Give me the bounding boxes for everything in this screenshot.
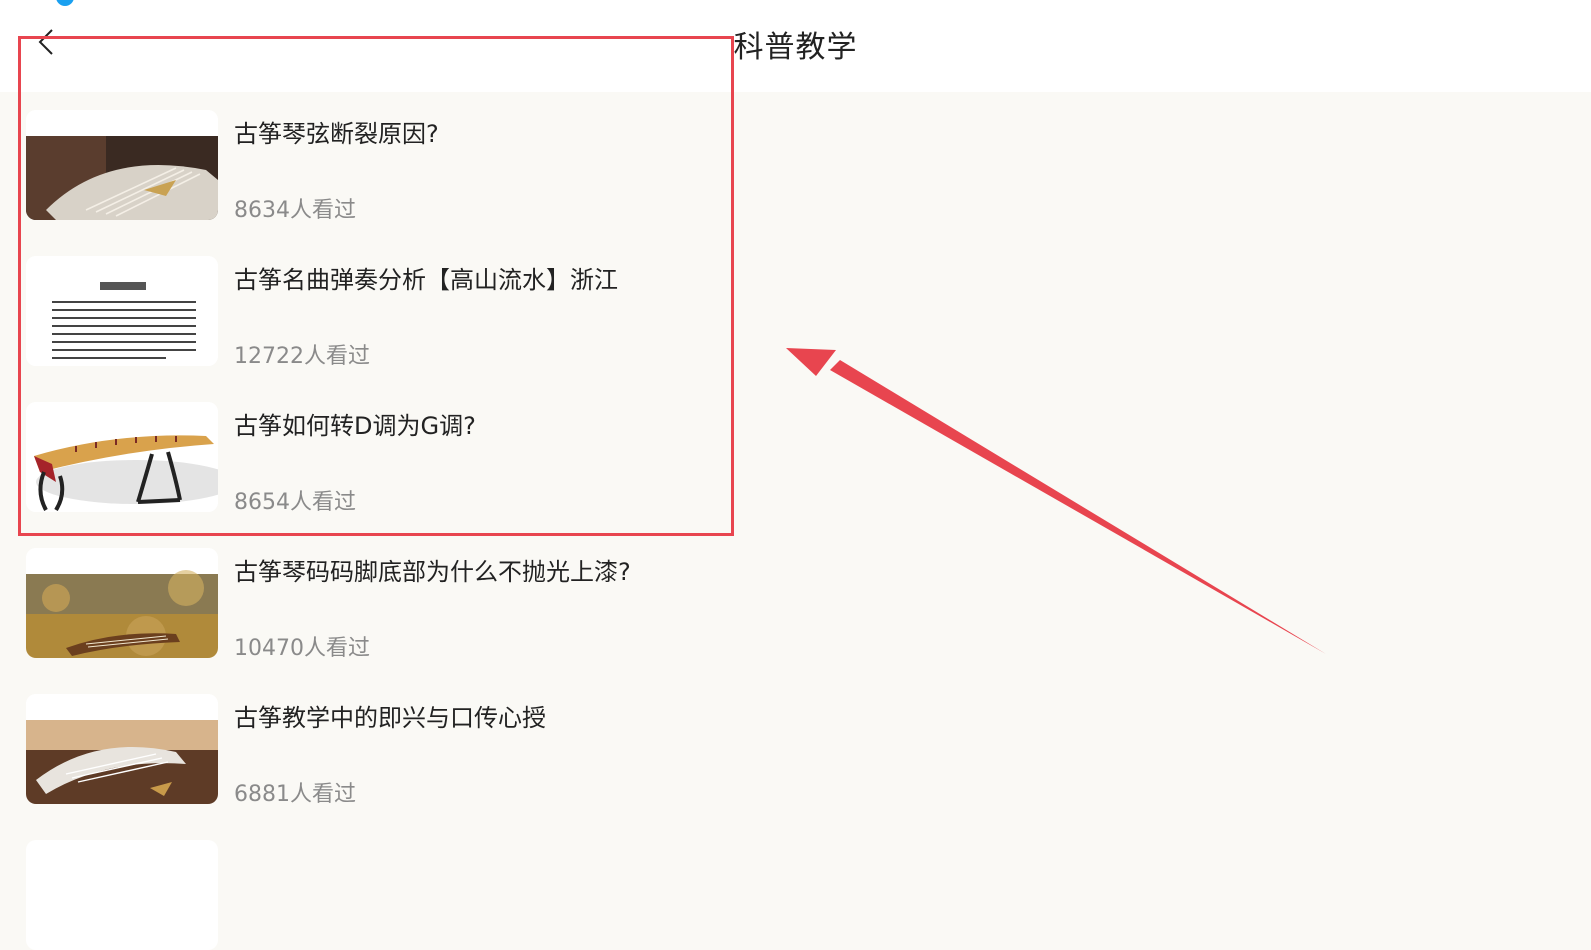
view-count: 6881人看过 xyxy=(234,782,356,807)
article-thumbnail xyxy=(26,840,218,950)
view-count: 10470人看过 xyxy=(234,636,370,661)
article-title: 古筝琴码码脚底部为什么不抛光上漆? xyxy=(234,558,631,586)
article-thumbnail xyxy=(26,548,218,658)
top-bar: 科普教学 xyxy=(0,0,1591,92)
article-title: 古筝教学中的即兴与口传心授 xyxy=(234,704,546,732)
list-item[interactable]: 古筝如何转D调为G调? 8654人看过 xyxy=(26,384,746,515)
view-count: 8654人看过 xyxy=(234,490,356,515)
article-title: 古筝琴弦断裂原因? xyxy=(234,120,439,148)
article-thumbnail xyxy=(26,256,218,366)
view-count: 12722人看过 xyxy=(234,344,370,369)
article-title: 古筝如何转D调为G调? xyxy=(234,412,476,440)
list-item[interactable]: 古筝名曲弹奏分析【高山流水】浙江 12722人看过 xyxy=(26,238,746,369)
list-item[interactable]: 古筝教学中的即兴与口传心授 6881人看过 xyxy=(26,676,746,807)
list-item[interactable]: 古筝琴码码脚底部为什么不抛光上漆? 10470人看过 xyxy=(26,530,746,661)
article-thumbnail xyxy=(26,694,218,804)
list-item[interactable] xyxy=(26,822,746,950)
view-count: 8634人看过 xyxy=(234,198,356,223)
article-thumbnail xyxy=(26,402,218,512)
article-title: 古筝名曲弹奏分析【高山流水】浙江 xyxy=(234,266,618,294)
page-title: 科普教学 xyxy=(733,30,858,65)
list-item[interactable]: 古筝琴弦断裂原因? 8634人看过 xyxy=(26,92,746,223)
status-indicator xyxy=(56,0,74,6)
article-thumbnail xyxy=(26,110,218,220)
